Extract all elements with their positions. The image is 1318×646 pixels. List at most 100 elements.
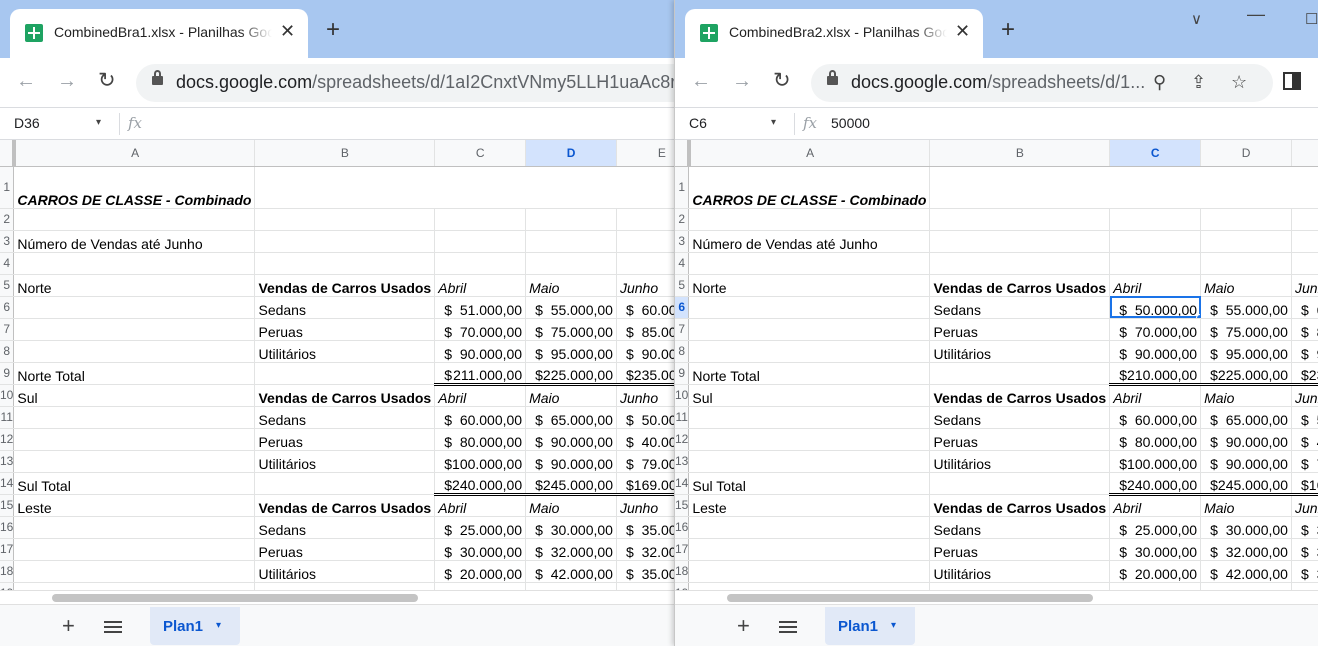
- row-header[interactable]: 7: [0, 318, 15, 341]
- cell-c6[interactable]: $50.000,00: [1109, 296, 1202, 319]
- column-header-b[interactable]: B: [929, 140, 1111, 167]
- cell-d17[interactable]: $32.000,00: [525, 538, 617, 561]
- cell-a9[interactable]: Norte Total: [688, 362, 931, 385]
- chevron-down-icon[interactable]: ▾: [891, 620, 896, 631]
- cell-e12[interactable]: $40.000,00: [616, 428, 674, 451]
- formula-input[interactable]: 50000: [831, 115, 870, 131]
- sheet-tab[interactable]: Plan1 ▾: [150, 607, 240, 645]
- cell-a15[interactable]: Leste: [13, 494, 256, 517]
- cell-a17[interactable]: [13, 538, 256, 561]
- row-header[interactable]: 8: [0, 340, 15, 363]
- cell-d4[interactable]: [1200, 252, 1292, 275]
- cell-c2[interactable]: [1109, 208, 1202, 231]
- row-header[interactable]: 4: [675, 252, 690, 275]
- cell-a3[interactable]: Número de Vendas até Junho: [13, 230, 256, 253]
- cell-c3[interactable]: [434, 230, 527, 253]
- cell-b19[interactable]: [929, 582, 1111, 590]
- cell-b18[interactable]: Utilitários: [254, 560, 436, 583]
- cell-a1[interactable]: CARROS DE CLASSE - Combinado: [688, 166, 931, 209]
- cell-e2[interactable]: [1291, 208, 1318, 231]
- cell-b12[interactable]: Peruas: [929, 428, 1111, 451]
- cell-d1[interactable]: [525, 166, 617, 209]
- cell-d8[interactable]: $95.000,00: [525, 340, 617, 363]
- cell-c1[interactable]: [1109, 166, 1201, 209]
- cell-a16[interactable]: [13, 516, 256, 539]
- cell-d11[interactable]: $65.000,00: [1200, 406, 1292, 429]
- cell-c7[interactable]: $70.000,00: [434, 318, 527, 341]
- cell-c16[interactable]: $25.000,00: [1109, 516, 1202, 539]
- cell-b2[interactable]: [929, 208, 1111, 231]
- cell-a16[interactable]: [688, 516, 931, 539]
- cell-d1[interactable]: [1200, 166, 1292, 209]
- cell-d15[interactable]: Maio: [1200, 494, 1292, 517]
- cell-a10[interactable]: Sul: [13, 384, 256, 407]
- cell-e19[interactable]: $102.000,00: [616, 581, 674, 590]
- all-sheets-icon[interactable]: [104, 621, 122, 633]
- cell-d9[interactable]: $225.000,00: [1200, 361, 1292, 386]
- cell-b11[interactable]: Sedans: [254, 406, 436, 429]
- cell-a19[interactable]: Leste Total: [13, 582, 256, 590]
- cell-b9[interactable]: [929, 362, 1111, 385]
- cell-a13[interactable]: [688, 450, 931, 473]
- cell-e6[interactable]: $60.000,00: [616, 296, 674, 319]
- column-header-e[interactable]: E: [616, 140, 674, 167]
- column-header-e[interactable]: E: [1291, 140, 1318, 167]
- cell-e2[interactable]: [616, 208, 674, 231]
- row-header[interactable]: 4: [0, 252, 15, 275]
- cell-e19[interactable]: $100.000,00: [1291, 581, 1318, 590]
- cell-a3[interactable]: Número de Vendas até Junho: [688, 230, 931, 253]
- row-header[interactable]: 10: [675, 384, 690, 407]
- row-header[interactable]: 7: [675, 318, 690, 341]
- cell-e17[interactable]: $30.000,00: [1291, 538, 1318, 561]
- cell-e11[interactable]: $50.000,00: [616, 406, 674, 429]
- row-header[interactable]: 9: [0, 362, 15, 385]
- cell-b17[interactable]: Peruas: [254, 538, 436, 561]
- cell-d3[interactable]: [1200, 230, 1292, 253]
- cell-d6[interactable]: $55.000,00: [525, 296, 617, 319]
- select-all-corner[interactable]: [0, 140, 16, 167]
- cell-b7[interactable]: Peruas: [254, 318, 436, 341]
- add-sheet-icon[interactable]: +: [737, 613, 750, 639]
- cell-b1[interactable]: [254, 166, 435, 209]
- lock-icon[interactable]: [827, 70, 838, 85]
- tab-close-icon[interactable]: ✕: [955, 21, 970, 41]
- column-header-c[interactable]: C: [434, 140, 527, 167]
- cell-a15[interactable]: Leste: [688, 494, 931, 517]
- cell-d18[interactable]: $42.000,00: [1200, 560, 1292, 583]
- cell-e10[interactable]: Junho: [616, 384, 674, 407]
- cell-d3[interactable]: [525, 230, 617, 253]
- cell-b1[interactable]: [929, 166, 1110, 209]
- row-header[interactable]: 1: [675, 166, 690, 209]
- cell-d4[interactable]: [525, 252, 617, 275]
- cell-c17[interactable]: $30.000,00: [1109, 538, 1202, 561]
- browser-tab[interactable]: CombinedBra2.xlsx - Planilhas Google ✕: [685, 9, 983, 58]
- forward-icon[interactable]: →: [732, 70, 752, 92]
- cell-a7[interactable]: [13, 318, 256, 341]
- row-header[interactable]: 15: [675, 494, 690, 517]
- row-header[interactable]: 10: [0, 384, 15, 407]
- cell-a6[interactable]: [13, 296, 256, 319]
- cell-e18[interactable]: $35.000,00: [616, 560, 674, 583]
- column-header-b[interactable]: B: [254, 140, 436, 167]
- row-header[interactable]: 15: [0, 494, 15, 517]
- cell-b15[interactable]: Vendas de Carros Usados: [254, 494, 436, 517]
- cell-e15[interactable]: Junho: [1291, 494, 1318, 517]
- cell-b4[interactable]: [929, 252, 1111, 275]
- row-header[interactable]: 2: [0, 208, 15, 231]
- all-sheets-icon[interactable]: [779, 621, 797, 633]
- row-header[interactable]: 8: [675, 340, 690, 363]
- cell-e16[interactable]: $35.000,00: [616, 516, 674, 539]
- fill-handle[interactable]: [1196, 313, 1200, 317]
- column-header-c[interactable]: C: [1109, 140, 1202, 167]
- cell-a10[interactable]: Sul: [688, 384, 931, 407]
- row-header[interactable]: 17: [675, 538, 690, 561]
- scrollbar-thumb[interactable]: [727, 594, 1093, 602]
- cell-c11[interactable]: $60.000,00: [434, 406, 527, 429]
- cell-b8[interactable]: Utilitários: [929, 340, 1111, 363]
- row-header[interactable]: 6: [0, 296, 15, 319]
- cell-d7[interactable]: $75.000,00: [525, 318, 617, 341]
- row-header[interactable]: 18: [0, 560, 15, 583]
- cell-d14[interactable]: $245.000,00: [1200, 471, 1292, 496]
- cell-b8[interactable]: Utilitários: [254, 340, 436, 363]
- cell-c1[interactable]: [434, 166, 526, 209]
